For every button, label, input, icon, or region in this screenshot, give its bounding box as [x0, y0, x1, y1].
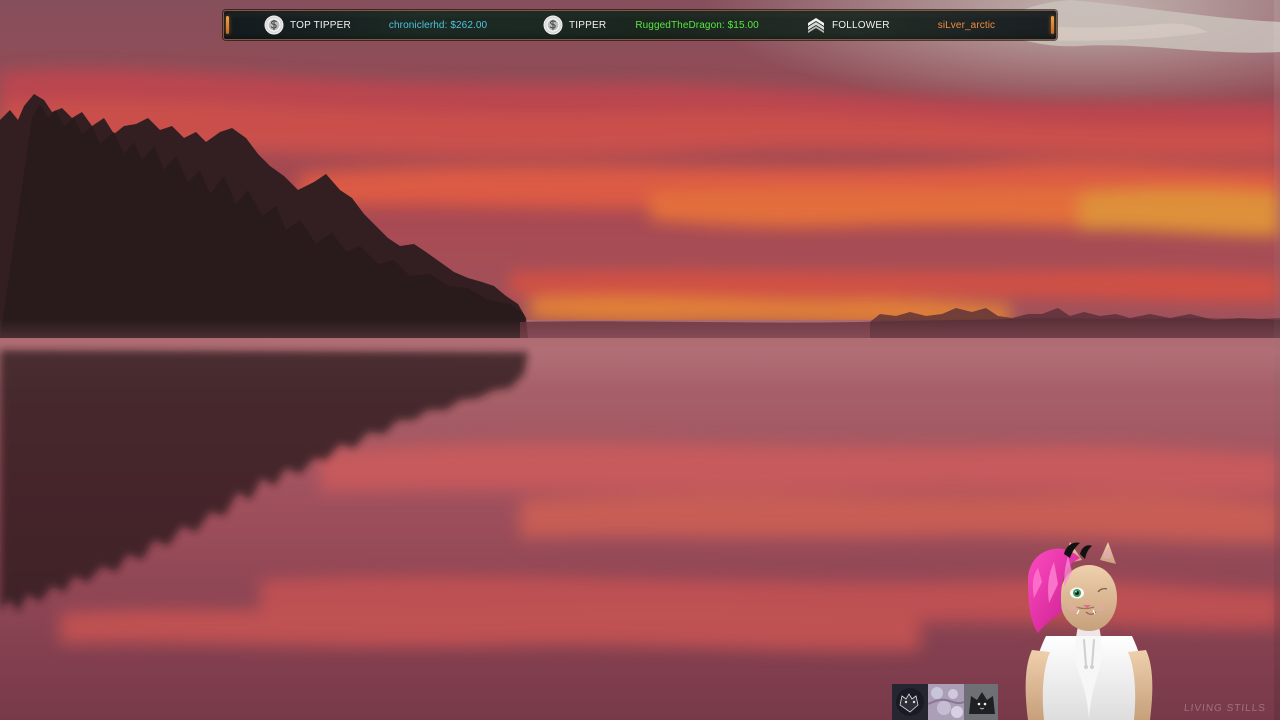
coin-icon: [264, 15, 284, 35]
follower-label: FOLLOWER: [832, 19, 890, 31]
right-edge-shade: [1274, 0, 1280, 720]
ticker-left-cap: [226, 16, 229, 34]
follower-slot: FOLLOWER siLver_arctic: [806, 11, 995, 39]
dark-wolf-thumbnail: [892, 684, 928, 720]
support-ticker-bar: TOP TIPPER chroniclerhd: $262.00 TIPPER …: [223, 10, 1057, 40]
chevron-rank-icon: [806, 15, 826, 35]
bottom-thumbnail-strip: [892, 684, 998, 720]
top-tipper-value: chroniclerhd: $262.00: [388, 19, 488, 31]
stream-overlay-screen: TOP TIPPER chroniclerhd: $262.00 TIPPER …: [0, 0, 1280, 720]
black-cat-thumbnail: [964, 684, 998, 720]
follower-value: siLver_arctic: [937, 19, 996, 31]
tipper-label: TIPPER: [569, 19, 607, 31]
coin-icon: [543, 15, 563, 35]
tipper-value: RuggedTheDragon: $15.00: [635, 19, 759, 31]
top-tipper-label: TOP TIPPER: [290, 19, 351, 31]
floral-pattern-thumbnail: [927, 684, 965, 720]
watermark-text: LIVING STILLS: [1183, 703, 1267, 714]
ticker-right-cap: [1051, 16, 1054, 34]
tipper-slot: TIPPER RuggedTheDragon: $15.00: [543, 11, 759, 39]
vtuber-avatar: [1016, 538, 1162, 720]
top-tipper-slot: TOP TIPPER chroniclerhd: $262.00: [264, 11, 487, 39]
